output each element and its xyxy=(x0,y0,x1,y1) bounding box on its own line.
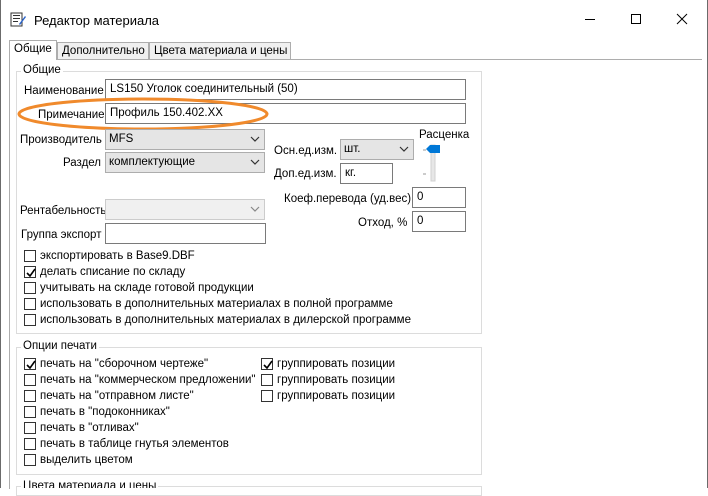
profitability-select[interactable] xyxy=(105,199,265,220)
checkbox-label: печать на "сборочном чертеже" xyxy=(40,358,209,370)
checkbox-box[interactable] xyxy=(24,266,36,278)
conversion-input[interactable]: 0 xyxy=(412,187,466,208)
profitability-label: Рентабельность xyxy=(20,205,107,217)
waste-label: Отход, % xyxy=(358,217,408,229)
app-icon xyxy=(10,11,26,27)
main-unit-value: шт. xyxy=(344,143,361,155)
manufacturer-label: Производитель xyxy=(20,134,102,146)
tab-additional[interactable]: Дополнительно xyxy=(57,42,149,59)
slider-thumb[interactable] xyxy=(426,145,440,153)
checkbox-label: печать в "отливах" xyxy=(40,422,139,434)
conversion-label: Коеф.перевода (уд.вес) xyxy=(284,193,412,205)
checkmark-icon xyxy=(26,268,36,278)
window-title: Редактор материала xyxy=(34,13,160,28)
checkbox-box[interactable] xyxy=(24,454,36,466)
checkbox-box[interactable] xyxy=(24,298,36,310)
checkbox-box[interactable] xyxy=(24,390,36,402)
close-button[interactable] xyxy=(659,0,705,38)
checkbox-label: печать на "коммерческом предложении" xyxy=(40,374,256,386)
checkbox-box[interactable] xyxy=(24,374,36,386)
chevron-down-icon xyxy=(250,159,260,165)
extra-unit-label: Доп.ед.изм. xyxy=(274,168,337,180)
checkbox-box[interactable] xyxy=(261,390,273,402)
tab-material-colors-prices[interactable]: Цвета материала и цены xyxy=(149,42,291,59)
checkbox-label: выделить цветом xyxy=(40,454,133,466)
checkbox-label: группировать позиции xyxy=(277,358,396,370)
checkbox-box[interactable] xyxy=(24,282,36,294)
checkbox-box[interactable] xyxy=(24,314,36,326)
print-options-title: Опции печати xyxy=(21,340,99,353)
pricing-label: Расценка xyxy=(419,129,470,141)
checkbox-label: учитывать на складе готовой продукции xyxy=(40,282,254,294)
close-icon xyxy=(676,13,688,25)
highlight-ellipse xyxy=(17,97,269,131)
chevron-down-icon xyxy=(399,146,409,152)
minimize-button[interactable] xyxy=(567,0,613,38)
checkbox-box[interactable] xyxy=(261,358,273,370)
main-unit-select[interactable]: шт. xyxy=(340,139,414,160)
pricing-slider[interactable] xyxy=(423,143,447,183)
manufacturer-value: MFS xyxy=(109,133,134,145)
title-bar[interactable]: Редактор материала xyxy=(1,0,707,40)
checkbox-box[interactable] xyxy=(24,406,36,418)
maximize-icon xyxy=(631,14,641,24)
checkmark-icon xyxy=(263,360,273,370)
checkbox-box[interactable] xyxy=(24,250,36,262)
general-group-title: Общие xyxy=(21,64,63,77)
export-group-label: Группа экспорт xyxy=(21,229,102,241)
checkbox-label: печать на "отправном листе" xyxy=(40,390,194,402)
maximize-button[interactable] xyxy=(613,0,659,38)
material-editor-window: Редактор материала Общие Дополнительно Ц… xyxy=(0,0,708,496)
tab-general[interactable]: Общие xyxy=(9,40,57,60)
waste-input[interactable]: 0 xyxy=(412,211,466,232)
extra-unit-input[interactable]: кг. xyxy=(340,163,393,184)
checkbox-label: экспортировать в Base9.DBF xyxy=(40,250,195,262)
export-group-input[interactable] xyxy=(105,223,266,244)
checkbox-label: группировать позиции xyxy=(277,390,396,402)
minimize-icon xyxy=(585,19,595,20)
main-unit-label: Осн.ед.изм. xyxy=(274,145,338,157)
checkbox-label: использовать в дополнительных материалах… xyxy=(40,314,411,326)
section-label: Раздел xyxy=(63,157,102,169)
checkmark-icon xyxy=(26,360,36,370)
checkbox-label: группировать позиции xyxy=(277,374,396,386)
checkbox-box[interactable] xyxy=(24,438,36,450)
section-select[interactable]: комплектующие xyxy=(105,152,265,173)
checkbox-label: делать списание по складу xyxy=(40,266,186,278)
chevron-down-icon xyxy=(250,206,260,212)
section-value: комплектующие xyxy=(109,156,196,168)
checkbox-box[interactable] xyxy=(261,374,273,386)
checkbox-box[interactable] xyxy=(24,422,36,434)
checkbox-label: печать в таблице гнутья элементов xyxy=(40,438,229,450)
manufacturer-select[interactable]: MFS xyxy=(105,129,265,150)
colors-prices-group-title: Цвета материала и цены xyxy=(21,480,159,488)
checkbox-label: печать в "подоконниках" xyxy=(40,406,170,418)
checkbox-label: использовать в дополнительных материалах… xyxy=(40,298,393,310)
checkbox-box[interactable] xyxy=(24,358,36,370)
chevron-down-icon xyxy=(250,136,260,142)
